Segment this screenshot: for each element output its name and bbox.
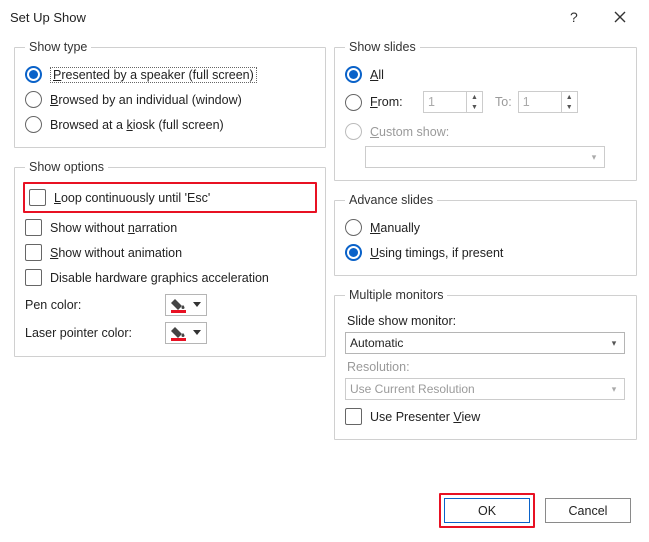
- radio-from-slides[interactable]: From:: [345, 92, 417, 113]
- resolution-label: Resolution:: [347, 360, 626, 374]
- radio-presented-speaker[interactable]: Presented by a speaker (full screen): [25, 64, 315, 85]
- checkbox-icon: [25, 269, 42, 286]
- slide-show-monitor-label: Slide show monitor:: [347, 314, 626, 328]
- show-slides-group: Show slides All From: 1 ▲▼ To:: [334, 40, 637, 181]
- svg-text:?: ?: [570, 9, 578, 25]
- show-slides-legend: Show slides: [345, 40, 420, 54]
- radio-dot-icon: [345, 94, 362, 111]
- pen-color-button[interactable]: [165, 294, 207, 316]
- radio-custom-show: Custom show:: [345, 121, 626, 142]
- resolution-select: Use Current Resolution ▾: [345, 378, 625, 400]
- show-options-legend: Show options: [25, 160, 108, 174]
- radio-manually[interactable]: Manually: [345, 217, 626, 238]
- to-value: 1: [519, 95, 561, 109]
- chevron-down-icon[interactable]: ▼: [562, 102, 577, 112]
- custom-show-select: ▾: [365, 146, 605, 168]
- show-type-legend: Show type: [25, 40, 91, 54]
- chevron-down-icon: [193, 302, 201, 308]
- chevron-down-icon: ▾: [606, 338, 622, 349]
- pen-color-label: Pen color:: [25, 298, 155, 312]
- chevron-up-icon[interactable]: ▲: [467, 92, 482, 102]
- radio-dot-icon: [25, 66, 42, 83]
- laser-color-label: Laser pointer color:: [25, 326, 155, 340]
- chevron-down-icon: ▾: [586, 152, 602, 163]
- monitor-value: Automatic: [350, 336, 606, 350]
- chevron-down-icon: [193, 330, 201, 336]
- multiple-monitors-group: Multiple monitors Slide show monitor: Au…: [334, 288, 637, 440]
- checkbox-loop-continuously[interactable]: Loop continuously until 'Esc': [29, 187, 311, 208]
- radio-dot-icon: [345, 244, 362, 261]
- advance-slides-legend: Advance slides: [345, 193, 437, 207]
- from-spin[interactable]: 1 ▲▼: [423, 91, 483, 113]
- dialog-title: Set Up Show: [10, 10, 551, 25]
- checkbox-without-animation[interactable]: Show without animation: [25, 242, 315, 263]
- radio-dot-icon: [25, 116, 42, 133]
- checkbox-icon: [29, 189, 46, 206]
- bucket-icon: [171, 297, 189, 313]
- resolution-value: Use Current Resolution: [350, 382, 606, 396]
- laser-color-button[interactable]: [165, 322, 207, 344]
- radio-dot-icon: [25, 91, 42, 108]
- checkbox-presenter-view[interactable]: Use Presenter View: [345, 406, 626, 427]
- radio-dot-icon: [345, 66, 362, 83]
- multiple-monitors-legend: Multiple monitors: [345, 288, 447, 302]
- radio-browsed-individual[interactable]: Browsed by an individual (window): [25, 89, 315, 110]
- show-type-group: Show type Presented by a speaker (full s…: [14, 40, 326, 148]
- radio-all-slides[interactable]: All: [345, 64, 626, 85]
- radio-using-timings[interactable]: Using timings, if present: [345, 242, 626, 263]
- advance-slides-group: Advance slides Manually Using timings, i…: [334, 193, 637, 276]
- help-icon[interactable]: ?: [551, 2, 597, 32]
- chevron-down-icon[interactable]: ▼: [467, 102, 482, 112]
- chevron-down-icon: ▾: [606, 384, 622, 395]
- close-icon[interactable]: [597, 2, 643, 32]
- checkbox-icon: [345, 408, 362, 425]
- chevron-up-icon[interactable]: ▲: [562, 92, 577, 102]
- cancel-button[interactable]: Cancel: [545, 498, 631, 523]
- show-options-group: Show options Loop continuously until 'Es…: [14, 160, 326, 357]
- monitor-select[interactable]: Automatic ▾: [345, 332, 625, 354]
- to-label: To:: [495, 95, 512, 109]
- to-spin[interactable]: 1 ▲▼: [518, 91, 578, 113]
- radio-browsed-kiosk[interactable]: Browsed at a kiosk (full screen): [25, 114, 315, 135]
- checkbox-icon: [25, 219, 42, 236]
- radio-dot-icon: [345, 219, 362, 236]
- radio-dot-icon: [345, 123, 362, 140]
- from-value: 1: [424, 95, 466, 109]
- checkbox-disable-hw-graphics[interactable]: Disable hardware graphics acceleration: [25, 267, 315, 288]
- checkbox-icon: [25, 244, 42, 261]
- ok-button[interactable]: OK: [444, 498, 530, 523]
- bucket-icon: [171, 325, 189, 341]
- checkbox-without-narration[interactable]: Show without narration: [25, 217, 315, 238]
